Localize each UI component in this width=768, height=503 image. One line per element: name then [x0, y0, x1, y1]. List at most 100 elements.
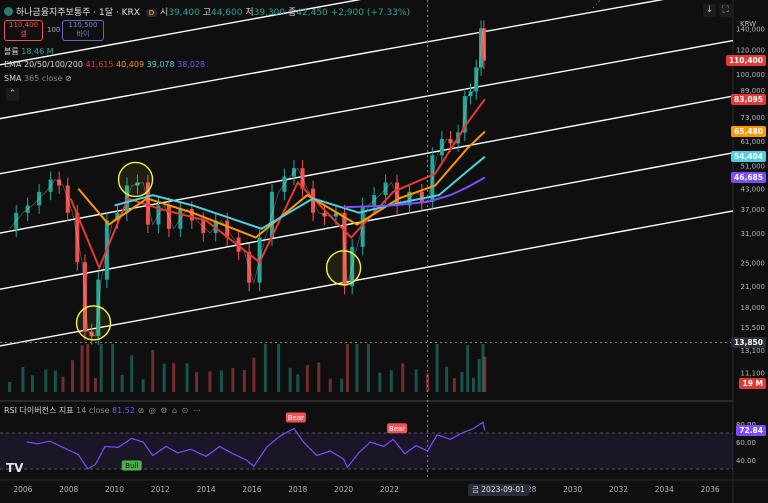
volume-bar [445, 366, 449, 392]
volume-bar [378, 372, 382, 392]
price-axis-label: 120,000 [736, 46, 765, 54]
rsi-params: 14 close [76, 406, 110, 415]
time-axis-label: 2030 [563, 485, 582, 494]
volume-bar [288, 367, 292, 392]
ema-name: EMA 20/50/100/200 [4, 60, 83, 69]
high-value: 44,600 [210, 8, 243, 18]
ema200-value: 38,028 [177, 60, 206, 69]
volume-bar [414, 369, 418, 392]
last-price-tag: 110,400 [725, 55, 766, 67]
volume-bar [30, 375, 34, 392]
close-value: 42,450 [296, 8, 328, 18]
highlight-circle[interactable] [325, 250, 362, 286]
expand-icon[interactable]: ⛶ [719, 4, 732, 17]
ema50-tag: 65,480 [731, 126, 766, 138]
symbol-title[interactable]: 하나금융지주보통주 · 1달 · KRX [16, 8, 140, 18]
tradingview-logo-icon: TV [6, 461, 24, 475]
rsi-value: 81.52 [112, 406, 135, 415]
volume-bar [263, 344, 267, 392]
price-axis-label: 43,000 [741, 186, 766, 194]
volume-bar [195, 372, 199, 392]
price-chart[interactable]: BearBearBull140,000120,000100,00089,0007… [0, 0, 768, 503]
volume-bar [93, 378, 97, 392]
rsi-axis-label: 40.00 [736, 457, 756, 465]
price-axis-label: 11,100 [741, 370, 766, 378]
buy-button[interactable]: 110,500 바이 [62, 20, 104, 41]
volume-bar [185, 363, 189, 392]
volume-bar [483, 356, 487, 392]
currency-label[interactable]: KRW [740, 20, 756, 28]
bear-divergence-marker[interactable]: Bear [387, 423, 408, 434]
volume-bar [120, 374, 124, 392]
ema100-value: 39,078 [146, 60, 175, 69]
sell-button[interactable]: 110,400 셀 [4, 20, 43, 41]
price-axis-label: 31,000 [741, 230, 766, 238]
ema100-tag: 54,404 [731, 151, 766, 163]
time-axis-label: 2006 [13, 485, 32, 494]
sma-legend[interactable]: SMA 365 close ⊘ [4, 74, 72, 83]
volume-bar [345, 344, 349, 392]
open-value: 39,400 [168, 8, 200, 18]
chart-root[interactable]: Bear Bear Bull 140,000 120,000 100,000 89,000 7… [0, 0, 768, 503]
volume-bar [231, 367, 235, 392]
volume-bar [162, 363, 166, 392]
volume-bar [477, 358, 481, 392]
volume-bar [401, 363, 405, 392]
sma-params: 365 close [24, 74, 63, 83]
volume-bar [86, 344, 90, 392]
ema50-value: 40,409 [116, 60, 145, 69]
time-axis-label: 2016 [242, 485, 261, 494]
price-axis-label: 15,500 [741, 324, 766, 332]
marker-label: Bear [288, 414, 304, 422]
price-axis-label: 61,000 [741, 138, 766, 146]
collapse-legend-chevron-icon[interactable]: ⌃ [6, 88, 19, 101]
bull-divergence-marker[interactable]: Bull [121, 460, 142, 471]
rsi-legend[interactable]: RSI 다이버전스 지표 14 close 81.52 ⊘ ◎ ⚙ ⌂ ⊙ ⋯ [4, 405, 202, 416]
volume-bar [340, 378, 344, 392]
ema20-value: 41,615 [85, 60, 114, 69]
crosshair-price-tag: 13,850 [731, 336, 766, 348]
volume-bar [21, 367, 25, 392]
volume-legend[interactable]: 볼륨 18.46 M [4, 46, 54, 57]
spread-value: 100 [47, 26, 61, 34]
volume-bar [435, 344, 439, 392]
change-value: +2,900 (+7.33%) [330, 8, 410, 18]
price-axis-label: 21,000 [741, 283, 766, 291]
symbol-logo-icon [4, 7, 13, 16]
drag-handle-icon[interactable]: ⋰ [592, 0, 601, 10]
time-axis-label: 2034 [655, 485, 674, 494]
buy-label: 바이 [76, 30, 90, 38]
marker-label: Bear [389, 425, 405, 433]
price-axis-label: 13,100 [741, 347, 766, 355]
volume-bar [452, 378, 456, 392]
volume-bar [296, 374, 300, 392]
time-axis-label: 2036 [701, 485, 720, 494]
volume-bar [130, 355, 134, 392]
rsi-settings-dots-icon[interactable]: ⊘ ◎ ⚙ ⌂ ⊙ ⋯ [137, 406, 201, 415]
pane-divider[interactable] [0, 400, 733, 402]
volume-bar [466, 345, 470, 392]
volume-bar [172, 363, 176, 392]
hidden-eye-icon[interactable]: ⊘ [65, 74, 72, 83]
volume-bar [252, 357, 256, 392]
interval-badge[interactable]: D [145, 9, 158, 17]
arrow-down-icon[interactable]: ↓ [703, 4, 716, 17]
sma-name: SMA [4, 74, 22, 83]
time-axis-label: 2020 [334, 485, 353, 494]
rsi-value-tag: 72.84 [736, 424, 766, 436]
time-axis-label: 2032 [609, 485, 628, 494]
ema200-tag: 46,685 [731, 171, 766, 183]
volume-bar [471, 377, 475, 392]
volume-name: 볼륨 [4, 47, 19, 56]
time-axis-label: 2014 [197, 485, 216, 494]
volume-bar [8, 382, 12, 392]
ema-legend[interactable]: EMA 20/50/100/200 41,615 40,409 39,078 3… [4, 60, 205, 69]
bear-divergence-marker[interactable]: Bear [285, 412, 306, 423]
time-axis-label: 2012 [151, 485, 170, 494]
highlight-circle[interactable] [117, 161, 154, 198]
highlight-circle[interactable] [75, 305, 112, 341]
volume-bar [317, 362, 321, 392]
volume-bar [277, 344, 281, 392]
low-label: 저 [245, 8, 254, 18]
volume-bar [242, 370, 246, 392]
